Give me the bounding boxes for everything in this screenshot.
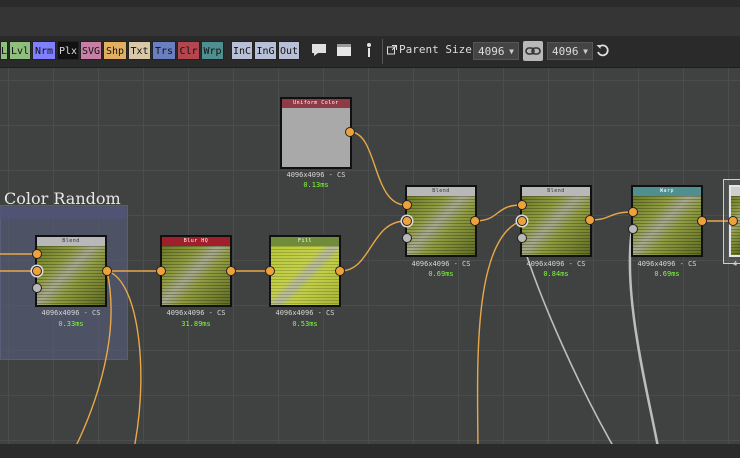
node-blur-hq[interactable]: Blur HQ (160, 235, 232, 307)
node-resolution: 4096x4096 - CS (166, 309, 226, 317)
node-resolution: 4 (733, 260, 738, 268)
node-title: Blend (522, 187, 590, 196)
wire-down-1[interactable] (106, 270, 142, 458)
node-title: Blend (407, 187, 475, 196)
input-port-foreground[interactable] (517, 200, 527, 210)
node-thumbnail (407, 196, 475, 255)
output-port[interactable] (102, 266, 112, 276)
input-port-background[interactable] (517, 216, 527, 226)
node-thumbnail (271, 246, 339, 305)
node-time: 0.53ms (292, 320, 318, 328)
node-thumbnail (522, 196, 590, 255)
wire-uniform-to-blend[interactable] (349, 131, 407, 206)
output-port[interactable] (335, 266, 345, 276)
node-resolution: 4096x4096 - CS (637, 260, 697, 268)
input-port-mask[interactable] (402, 233, 412, 243)
wire-blend-to-blend[interactable] (474, 204, 522, 222)
input-port-foreground[interactable] (32, 249, 42, 259)
node-resolution: 4096x4096 - CS (286, 171, 346, 179)
node-time: 31.89ms (181, 320, 211, 328)
input-port-gradient[interactable] (628, 224, 638, 234)
node-title: Fill (271, 237, 339, 246)
node-title: Blend (37, 237, 105, 246)
node-blend-2[interactable]: Blend (405, 185, 477, 257)
node-resolution: 4096x4096 - CS (526, 260, 586, 268)
node-thumbnail (37, 246, 105, 305)
input-port-image[interactable] (628, 207, 638, 217)
node-uniform-color[interactable]: Uniform Color (280, 97, 352, 169)
node-blend-3[interactable]: Blend (520, 185, 592, 257)
node-time: 0.33ms (58, 320, 84, 328)
node-warp[interactable]: Warp (631, 185, 703, 257)
node-title: Blur HQ (162, 237, 230, 246)
input-port-background[interactable] (32, 266, 42, 276)
node-thumbnail (162, 246, 230, 305)
output-port[interactable] (585, 215, 595, 225)
node-resolution: 4096x4096 - CS (41, 309, 101, 317)
node-thumbnail (282, 108, 350, 167)
input-port-mask[interactable] (517, 233, 527, 243)
input-port-mask[interactable] (32, 283, 42, 293)
input-port-background[interactable] (402, 216, 412, 226)
node-time: 0.84ms (543, 270, 569, 278)
input-port[interactable] (728, 216, 738, 226)
node-time: 0.69ms (428, 270, 454, 278)
output-port[interactable] (697, 216, 707, 226)
output-port[interactable] (470, 216, 480, 226)
wire-blend-to-warp[interactable] (589, 211, 633, 221)
node-thumbnail (633, 196, 701, 255)
input-port[interactable] (156, 266, 166, 276)
node-resolution: 4096x4096 - CS (411, 260, 471, 268)
node-time: 0.13ms (303, 181, 329, 189)
output-port[interactable] (226, 266, 236, 276)
input-port[interactable] (265, 266, 275, 276)
bottom-bar (0, 444, 740, 458)
node-time: 0.69ms (654, 270, 680, 278)
node-fill[interactable]: Fill (269, 235, 341, 307)
node-title: Warp (633, 187, 701, 196)
node-title (731, 187, 740, 196)
input-port-foreground[interactable] (402, 200, 412, 210)
node-resolution: 4096x4096 - CS (275, 309, 335, 317)
output-port[interactable] (345, 127, 355, 137)
node-blend-1[interactable]: Blend (35, 235, 107, 307)
wire-down-3[interactable] (476, 220, 522, 458)
node-title: Uniform Color (282, 99, 350, 108)
